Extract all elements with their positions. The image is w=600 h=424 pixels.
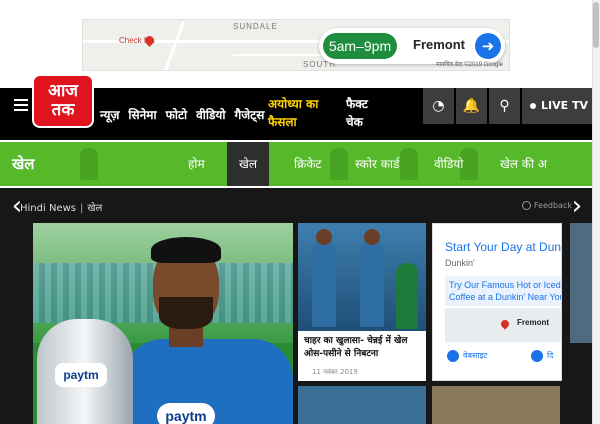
hours-badge: 5am–9pm xyxy=(323,33,397,59)
breadcrumb-home[interactable]: Hindi News xyxy=(20,203,76,214)
site-header: आज तक न्यूज़ सिनेमा फोटो वीडियो गैजेट्स … xyxy=(0,76,592,140)
player-silhouette xyxy=(80,148,98,180)
story-card[interactable]: चाहर का खुलासा- चेन्नई में खेल ओस-पसीने … xyxy=(298,223,426,381)
ad-website-label: वेबसाइट xyxy=(463,351,488,361)
player-silhouette xyxy=(330,148,348,180)
main-story-image[interactable]: paytm paytm xyxy=(33,223,293,424)
next-story-preview[interactable] xyxy=(570,223,592,343)
speedometer-icon[interactable]: ◔ xyxy=(423,88,454,124)
nav-ayodhya-verdict[interactable]: अयोध्या का फैसला xyxy=(268,95,338,131)
section-title: खेल xyxy=(12,155,35,173)
breadcrumb-separator: | xyxy=(79,203,84,214)
breadcrumb-current: खेल xyxy=(87,203,103,214)
player-head xyxy=(364,229,380,245)
player-beard xyxy=(159,297,213,329)
feedback-icon xyxy=(521,201,531,210)
player-silhouette xyxy=(400,148,418,180)
aajtak-logo[interactable]: आज तक xyxy=(34,76,92,126)
bell-icon[interactable]: 🔔 xyxy=(456,88,487,124)
ad-body: Try Our Famous Hot or Iced Coffee at a D… xyxy=(445,276,561,306)
feedback-link[interactable]: Feedback xyxy=(521,201,572,210)
logo-line-1: आज xyxy=(48,81,78,101)
map-label: SUNDALE xyxy=(233,22,278,31)
story-card-title: चाहर का खुलासा- चेन्नई में खेल ओस-पसीने … xyxy=(304,336,408,359)
ad-location-pill[interactable]: 5am–9pm Fremont ➜ xyxy=(319,28,505,64)
ad-map-location: Fremont xyxy=(517,318,549,327)
nav-gadgets[interactable]: गैजेट्स xyxy=(235,106,265,123)
directions-icon[interactable]: ➜ xyxy=(475,33,501,59)
player-figure xyxy=(312,241,336,327)
page: SUNDALE SOUTH Check Ins 5am–9pm Fremont … xyxy=(0,0,600,424)
trophy-paytm-logo: paytm xyxy=(55,363,107,387)
breadcrumb: Hindi News | खेल xyxy=(20,200,102,214)
ad-directions-button[interactable]: दि xyxy=(531,350,553,362)
live-tv-label: LIVE TV xyxy=(541,99,588,112)
live-dot-icon xyxy=(530,103,536,109)
nav-photo[interactable]: फोटो xyxy=(166,106,188,123)
tab-sports[interactable]: खेल xyxy=(227,142,269,186)
carousel-prev-icon[interactable]: ‹ xyxy=(6,188,28,224)
top-map-ad[interactable]: SUNDALE SOUTH Check Ins 5am–9pm Fremont … xyxy=(82,19,510,71)
content-area: Hindi News | खेल Feedback paytm paytm चा… xyxy=(0,188,592,424)
player-figure xyxy=(396,263,418,329)
ad-title[interactable]: Start Your Day at Dunkin' xyxy=(445,240,561,254)
map-copyright: मानचित्र डेटा ©2019 Google xyxy=(435,62,503,68)
story-thumbnail[interactable] xyxy=(298,386,426,424)
carousel-next-icon[interactable]: › xyxy=(566,188,588,224)
story-card-date: 11 नवंबर 2019 xyxy=(312,368,358,376)
live-tv-button[interactable]: LIVE TV xyxy=(522,88,592,124)
story-card-image xyxy=(298,223,426,331)
search-icon[interactable]: ⚲ xyxy=(489,88,520,124)
page-scrollbar[interactable] xyxy=(592,0,600,424)
directions-icon xyxy=(531,350,543,362)
globe-icon xyxy=(447,350,459,362)
ad-directions-label: दि xyxy=(547,351,554,361)
menu-icon[interactable] xyxy=(14,99,28,111)
tab-more[interactable]: खेल की अ xyxy=(500,142,547,186)
map-pin-icon xyxy=(499,318,511,330)
player-figure xyxy=(360,241,384,327)
map-road xyxy=(164,21,185,70)
nav-news[interactable]: न्यूज़ xyxy=(100,106,119,123)
tab-scorecard[interactable]: स्कोर कार्ड xyxy=(355,142,399,186)
logo-line-2: तक xyxy=(51,100,75,120)
nav-cinema[interactable]: सिनेमा xyxy=(128,106,156,123)
nav-video[interactable]: वीडियो xyxy=(196,106,225,123)
section-bar: खेल होम खेल क्रिकेट स्कोर कार्ड वीडियो ख… xyxy=(0,142,592,186)
ad-map[interactable]: Fremont xyxy=(445,308,561,342)
dunkin-ad[interactable]: Start Your Day at Dunkin' Dunkin' Try Ou… xyxy=(432,223,562,381)
player-hair xyxy=(151,237,221,263)
tab-video[interactable]: वीडियो xyxy=(434,142,463,186)
ad-website-button[interactable]: वेबसाइट xyxy=(447,350,487,362)
tab-home[interactable]: होम xyxy=(188,142,205,186)
tab-cricket[interactable]: क्रिकेट xyxy=(294,142,322,186)
jersey-paytm-logo: paytm xyxy=(157,403,215,424)
story-thumbnail[interactable] xyxy=(432,386,560,424)
main-nav: न्यूज़ सिनेमा फोटो वीडियो गैजेट्स xyxy=(100,106,264,123)
player-head xyxy=(316,229,332,245)
nav-fact-check[interactable]: फैक्ट चेक xyxy=(346,95,386,131)
ad-brand: Dunkin' xyxy=(445,258,475,268)
scrollbar-thumb[interactable] xyxy=(593,2,599,48)
ad-location: Fremont xyxy=(413,37,465,52)
